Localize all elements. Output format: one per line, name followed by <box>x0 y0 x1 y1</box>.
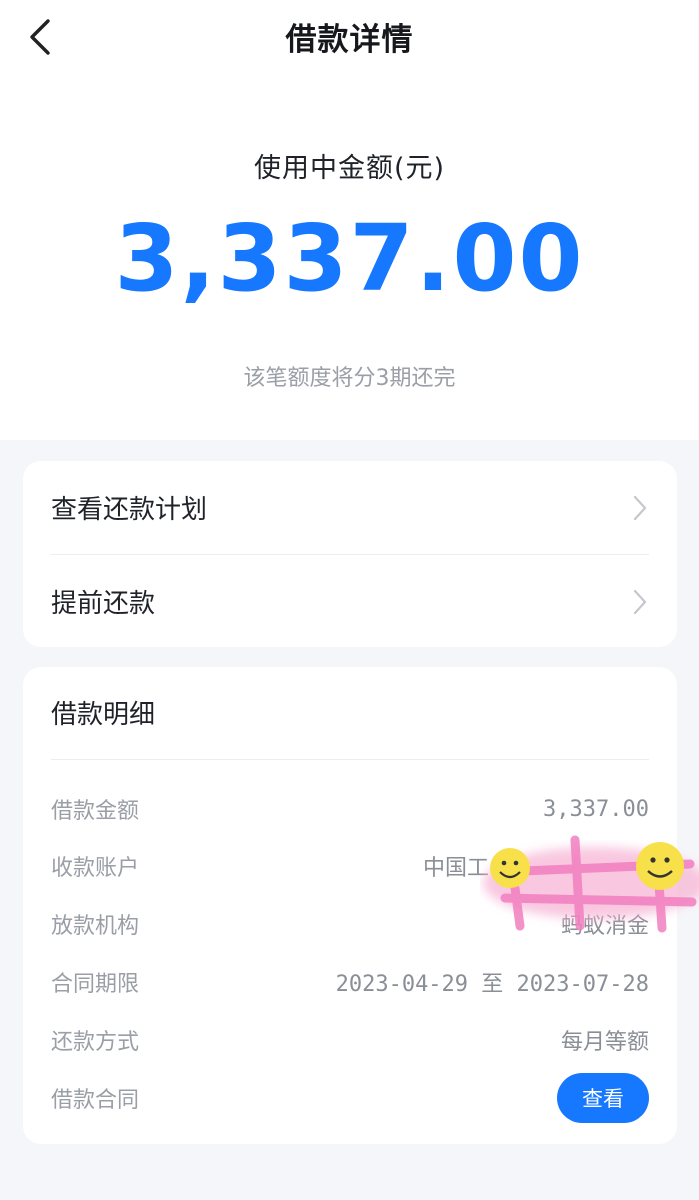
detail-row-contract: 借款合同 查看 <box>51 1073 649 1123</box>
actions-card: 查看还款计划 提前还款 <box>23 461 677 647</box>
detail-key: 合同期限 <box>51 972 140 997</box>
detail-value: 3,337.00 <box>543 796 649 822</box>
repayment-plan-label: 查看还款计划 <box>51 495 208 525</box>
detail-key: 借款金额 <box>51 799 140 824</box>
early-repayment-row[interactable]: 提前还款 <box>51 555 649 648</box>
detail-row-term: 合同期限 2023-04-29 至 2023-07-28 <box>51 962 649 1002</box>
detail-row-account: 收款账户 中国工 <box>51 846 649 886</box>
detail-key: 收款账户 <box>51 856 140 881</box>
repayment-plan-row[interactable]: 查看还款计划 <box>51 461 649 554</box>
chevron-right-icon <box>633 589 647 614</box>
divider <box>51 759 649 760</box>
detail-key: 放款机构 <box>51 914 140 939</box>
detail-key: 借款合同 <box>51 1088 140 1113</box>
amount-label: 使用中金额(元) <box>253 153 446 184</box>
detail-row-amount: 借款金额 3,337.00 <box>51 789 649 829</box>
detail-key: 还款方式 <box>51 1030 140 1055</box>
view-contract-button[interactable]: 查看 <box>557 1073 649 1123</box>
summary-section: 借款详情 使用中金额(元) 3,337.00 该笔额度将分3期还完 <box>0 0 699 440</box>
page-title: 借款详情 <box>285 22 414 58</box>
detail-row-method: 还款方式 每月等额 <box>51 1020 649 1060</box>
detail-value: 每月等额 <box>560 1030 649 1055</box>
installments-note: 该笔额度将分3期还完 <box>243 366 456 391</box>
amount-in-use: 3,337.00 <box>114 205 585 312</box>
chevron-right-icon <box>633 495 647 520</box>
detail-value: 2023-04-29 至 2023-07-28 <box>335 972 649 997</box>
nav-bar: 借款详情 <box>0 0 699 72</box>
loan-details-title: 借款明细 <box>51 700 156 730</box>
detail-value: 中国工 <box>422 856 489 881</box>
detail-row-lender: 放款机构 蚂蚁消金 <box>51 904 649 944</box>
early-repayment-label: 提前还款 <box>51 589 156 619</box>
detail-value: 蚂蚁消金 <box>560 914 649 939</box>
